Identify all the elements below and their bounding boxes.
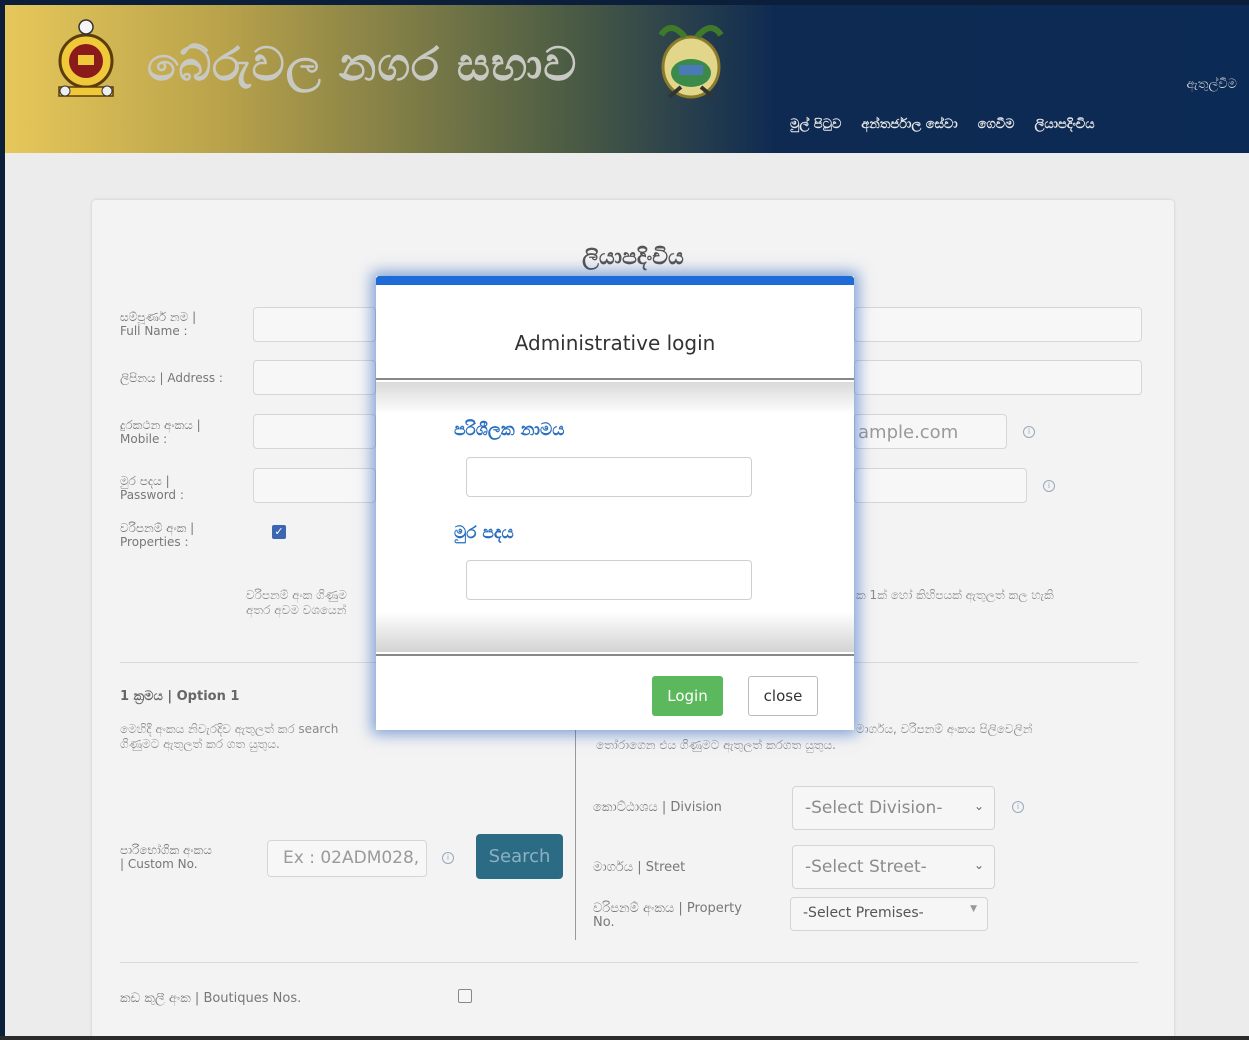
option1-title: 1 ක්‍රමය | Option 1: [120, 689, 240, 704]
search-button[interactable]: Search: [476, 834, 563, 879]
properties-note-left: වරිපනම් අංක ගිණුම අතර අවම වශයෙන්: [246, 588, 347, 617]
username-input[interactable]: [466, 457, 752, 497]
custom-no-label: පාරිභෝගික අංකය | Custom No.: [120, 843, 212, 871]
modal-body: පරිශීලක නාමය මුර පදය: [376, 382, 854, 652]
properties-checkbox[interactable]: ✓: [272, 525, 286, 539]
division-info-icon[interactable]: i: [1012, 801, 1024, 813]
street-select-value: -Select Street-: [805, 857, 927, 877]
password-label-modal: මුර පදය: [454, 523, 514, 543]
password-info-icon[interactable]: i: [1043, 480, 1055, 492]
option1-description: මෙහිදී අංකය නිවැරදිව ඇතුලත් කර search ගිණ…: [120, 722, 339, 751]
modal-header: Administrative login: [376, 285, 854, 380]
custom-no-info-icon[interactable]: i: [442, 852, 454, 864]
nav-home[interactable]: මුල් පිටුව: [790, 117, 841, 132]
password-input[interactable]: [253, 468, 376, 503]
divider-right: [854, 662, 1138, 663]
chevron-down-icon: ⌄: [973, 858, 984, 872]
properties-label: වරිපනම් අංක | Properties :: [120, 521, 195, 549]
division-label: කොට්ඨාශය | Division: [593, 800, 722, 815]
second-field-input[interactable]: [854, 307, 1142, 342]
option-divider: [575, 730, 576, 940]
admin-login-modal: Administrative login පරිශීලක නාමය මුර පද…: [376, 276, 854, 730]
site-header: බේරුවල නගර සභාව ඇතුල්වීම මුල් පිටුව අන්ත…: [5, 5, 1249, 153]
email-info-icon[interactable]: i: [1023, 426, 1035, 438]
modal-title: Administrative login: [514, 331, 716, 355]
option2-description-2: තෝරාගෙන එය ගිණුමට ඇතුලත් කරගත යුතුය.: [596, 738, 836, 752]
premises-select[interactable]: -Select Premises- ▼: [790, 897, 988, 931]
address-right-input[interactable]: [854, 360, 1142, 395]
password-label: මුර පදය | Password :: [120, 474, 184, 502]
login-link[interactable]: ඇතුල්වීම: [1187, 77, 1237, 92]
full-name-label: සම්පූර්ණ නම | Full Name :: [120, 310, 197, 338]
nav-online-services[interactable]: අන්තර්ජාල සේවා: [861, 117, 957, 132]
division-select-value: -Select Division-: [805, 798, 943, 818]
form-title: ලියාපදිංචිය: [582, 245, 684, 270]
username-label: පරිශීලක නාමය: [454, 420, 565, 440]
option2-description-1: මාර්ගය, වරිපනම් අංකය පිලිවෙලින්: [856, 722, 1033, 736]
properties-note-right: ක 1ක් හෝ කිහිපයක් ඇතුලත් කල හැකි: [856, 588, 1054, 602]
boutiques-checkbox[interactable]: [458, 989, 472, 1003]
modal-footer: Login close: [376, 654, 854, 730]
national-emblem-logo: [58, 19, 114, 97]
council-crest-logo: [658, 25, 724, 99]
divider-left: [120, 662, 376, 663]
premises-select-value: -Select Premises-: [803, 905, 924, 921]
caret-down-icon: ▼: [970, 904, 977, 914]
mobile-input[interactable]: [253, 414, 376, 449]
custom-no-placeholder: Ex : 02ADM028,: [283, 848, 420, 868]
site-title: බේරුවල නගර සභාව: [147, 37, 578, 91]
email-placeholder: ample.com: [858, 422, 959, 443]
property-no-label: වරිපනම් අංකය | Property No.: [593, 901, 742, 930]
nav-registration[interactable]: ලියාපදිංචිය: [1034, 117, 1094, 132]
address-input[interactable]: [253, 360, 376, 395]
login-button[interactable]: Login: [652, 676, 723, 716]
street-label: මාර්ගය | Street: [593, 860, 686, 875]
main-nav: මුල් පිටුව අන්තර්ජාල සේවා ගෙවීම ලියාපදිං…: [790, 117, 1095, 132]
divider-bottom: [120, 962, 1138, 963]
full-name-input[interactable]: [253, 307, 376, 342]
boutiques-label: කඩ කුලී අංක | Boutiques Nos.: [120, 991, 302, 1006]
password-input-modal[interactable]: [466, 560, 752, 600]
nav-payment[interactable]: ගෙවීම: [978, 117, 1015, 132]
close-button[interactable]: close: [748, 676, 818, 716]
address-label: ලිපිනය | Address :: [120, 371, 223, 385]
confirm-password-input[interactable]: [854, 468, 1027, 503]
mobile-label: දුරකථන අංකය | Mobile :: [120, 418, 201, 446]
chevron-down-icon: ⌄: [973, 799, 984, 813]
modal-top-bar: [376, 276, 854, 285]
division-select[interactable]: -Select Division- ⌄: [792, 786, 995, 830]
street-select[interactable]: -Select Street- ⌄: [792, 845, 995, 889]
bottom-bar: [0, 1036, 1249, 1040]
